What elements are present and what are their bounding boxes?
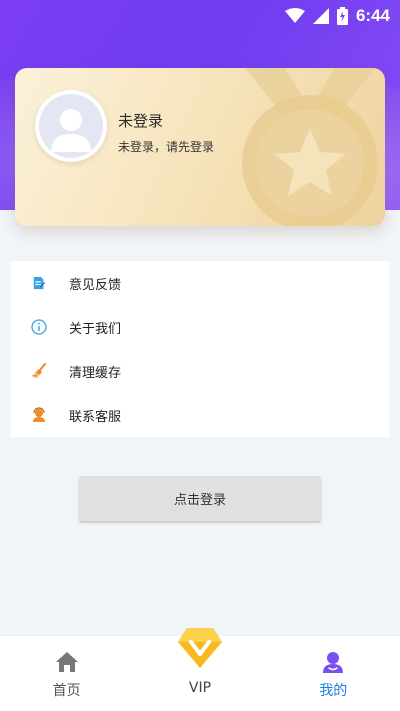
menu-item-label: 联系客服 [69, 409, 122, 425]
feedback-icon [31, 275, 47, 291]
menu-item-feedback[interactable]: 意见反馈 [11, 261, 389, 305]
tab-vip[interactable]: VIP [133, 628, 266, 711]
bottom-tab-bar: 首页 VIP 我的 [0, 628, 400, 711]
menu-item-label: 意见反馈 [69, 277, 122, 293]
tab-home[interactable]: 首页 [0, 636, 133, 711]
menu-item-label: 关于我们 [69, 321, 122, 337]
profile-icon [323, 652, 344, 673]
menu-item-clear-cache[interactable]: 清理缓存 [11, 349, 389, 393]
member-card[interactable]: 未登录 未登录，请先登录 [15, 68, 385, 226]
wifi-icon [284, 8, 305, 23]
avatar[interactable] [35, 90, 107, 162]
settings-menu: 意见反馈 关于我们 清理缓存 联系客服 [11, 261, 389, 437]
login-prompt-text: 未登录，请先登录 [118, 140, 215, 154]
tab-label: VIP [188, 680, 212, 696]
tab-label: 我的 [319, 683, 348, 699]
default-avatar-icon [51, 109, 91, 152]
signal-icon [312, 8, 329, 24]
menu-item-about[interactable]: 关于我们 [11, 305, 389, 349]
menu-item-label: 清理缓存 [69, 365, 122, 381]
broom-icon [31, 363, 47, 379]
vip-diamond-icon [177, 628, 222, 668]
home-icon [55, 652, 78, 672]
login-button[interactable]: 点击登录 [79, 476, 321, 521]
menu-item-customer-service[interactable]: 联系客服 [11, 393, 389, 437]
tab-label: 首页 [52, 683, 81, 699]
battery-charging-icon [336, 7, 348, 25]
login-status-title: 未登录 [118, 112, 164, 130]
info-icon [31, 319, 47, 335]
status-time: 6:44 [355, 6, 390, 25]
tab-profile[interactable]: 我的 [267, 636, 400, 711]
status-bar: 6:44 [0, 0, 400, 32]
customer-service-icon [31, 407, 47, 423]
medal-icon [242, 68, 378, 226]
